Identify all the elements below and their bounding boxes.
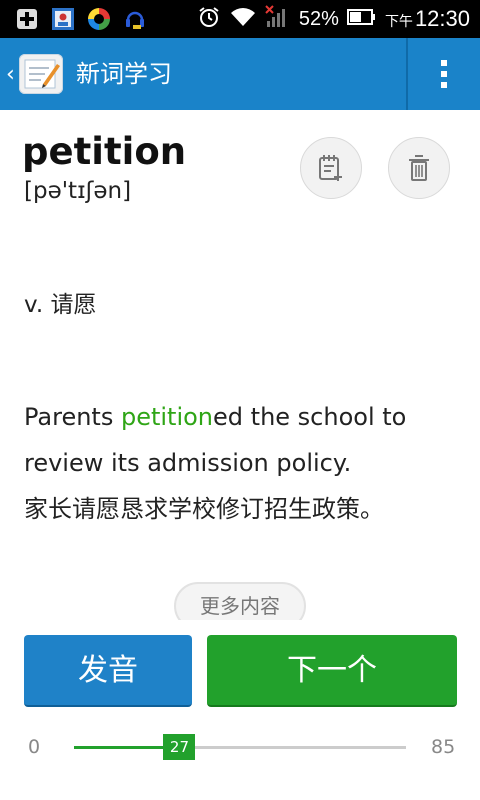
clock: 12:30 [414, 6, 470, 31]
more-vertical-icon [441, 60, 447, 88]
chevron-left-icon: ‹ [6, 61, 15, 87]
example-translation: 家长请愿恳求学校修订招生政策。 [24, 495, 384, 523]
example-text-before: Parents [24, 403, 121, 431]
progress-min-label: 0 [28, 736, 41, 758]
battery-icon [346, 8, 377, 30]
notification-icons [14, 6, 148, 32]
back-button[interactable]: ‹ [0, 38, 76, 110]
app-logo-icon [18, 54, 63, 94]
next-word-button[interactable]: 下一个 [207, 635, 457, 707]
word-definition: v. 请愿 [24, 292, 97, 318]
time-period: 下午 [384, 14, 413, 30]
sync-app-icon [86, 6, 112, 32]
notebook-add-icon [319, 155, 342, 181]
progress-max-label: 85 [431, 736, 456, 758]
signal-no-sim-icon [265, 5, 291, 33]
word-phonetic: [pə'tɪʃən] [24, 178, 132, 204]
overflow-menu-button[interactable] [408, 38, 480, 110]
status-bar: 52% 下午12:30 [0, 0, 480, 38]
progress-slider[interactable]: 27 [74, 734, 406, 760]
system-status: 52% 下午12:30 [197, 0, 470, 38]
contact-card-icon [50, 6, 76, 32]
battery-percent: 52% [298, 7, 339, 30]
alarm-icon [197, 5, 221, 33]
example-keyword: petition [120, 403, 214, 431]
add-to-notebook-button[interactable] [300, 137, 362, 199]
pronounce-button[interactable]: 发音 [24, 635, 192, 707]
progress-slider-thumb[interactable]: 27 [163, 734, 196, 760]
trash-icon [409, 155, 429, 181]
page-title: 新词学习 [76, 60, 172, 88]
wifi-icon [229, 6, 257, 32]
add-notification-icon [14, 6, 40, 32]
word-headword: petition [22, 130, 187, 173]
action-bar: ‹ 新词学习 [0, 38, 480, 110]
example-sentence: Parents petitioned the school to review … [24, 394, 454, 532]
headset-notification-icon [122, 6, 148, 32]
delete-word-button[interactable] [388, 137, 450, 199]
